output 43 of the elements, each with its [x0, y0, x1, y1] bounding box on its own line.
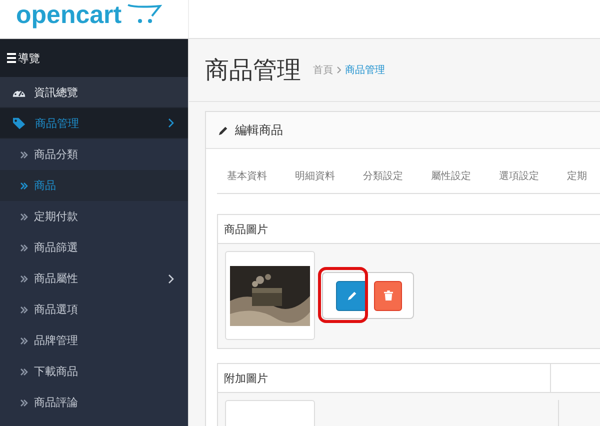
sidebar-item[interactable]: 商品選項	[0, 294, 188, 325]
table-heading: 附加圖片	[218, 364, 551, 392]
nav-heading: 導覽	[18, 50, 40, 66]
tag-icon	[12, 116, 27, 130]
chevron-icon	[20, 368, 28, 376]
sidebar-item[interactable]: 商品分類	[0, 139, 188, 170]
chevron-icon	[20, 336, 28, 344]
trash-icon	[384, 290, 392, 301]
breadcrumb-link[interactable]: 商品管理	[345, 63, 385, 77]
panel-title: 編輯商品	[235, 122, 283, 138]
breadcrumb-link[interactable]: 首頁	[313, 63, 333, 77]
image-thumbnail[interactable]	[225, 251, 315, 340]
breadcrumb-separator-icon	[337, 66, 341, 74]
chevron-icon	[20, 150, 28, 158]
sidebar-item[interactable]: 品牌管理	[0, 325, 188, 356]
sidebar-item[interactable]: 商品	[0, 170, 188, 201]
tab[interactable]: 明細資料	[285, 161, 345, 193]
chevron-icon	[20, 398, 28, 406]
pencil-icon	[218, 124, 229, 136]
chevron-icon	[20, 244, 28, 252]
sidebar-item[interactable]: 商品評論	[0, 387, 188, 418]
sidebar-item[interactable]: 商品管理	[0, 108, 188, 139]
cart-icon	[126, 2, 162, 26]
chevron-icon	[20, 274, 28, 282]
sidebar-item[interactable]: 下載商品	[0, 356, 188, 387]
page-title: 商品管理	[205, 55, 301, 86]
chevron-icon	[20, 212, 28, 220]
tab[interactable]: 基本資料	[217, 161, 277, 193]
table-heading: 商品圖片	[224, 222, 268, 236]
delete-button[interactable]	[374, 280, 402, 310]
chevron-icon	[20, 306, 28, 314]
tab[interactable]: 分類設定	[353, 161, 413, 193]
pencil-icon	[346, 290, 358, 301]
sidebar-item[interactable]: 商品篩選	[0, 232, 188, 263]
chevron-icon	[20, 182, 28, 190]
tab[interactable]: 定期	[557, 161, 597, 193]
logo-text: opencart	[16, 0, 122, 30]
menu-icon[interactable]	[7, 53, 16, 63]
sidebar-item[interactable]: 定期付款	[0, 201, 188, 232]
tab[interactable]: 選項設定	[489, 161, 549, 193]
tab[interactable]: 屬性設定	[421, 161, 481, 193]
edit-button[interactable]	[336, 280, 368, 310]
sidebar-item[interactable]: 商品屬性	[0, 263, 188, 294]
